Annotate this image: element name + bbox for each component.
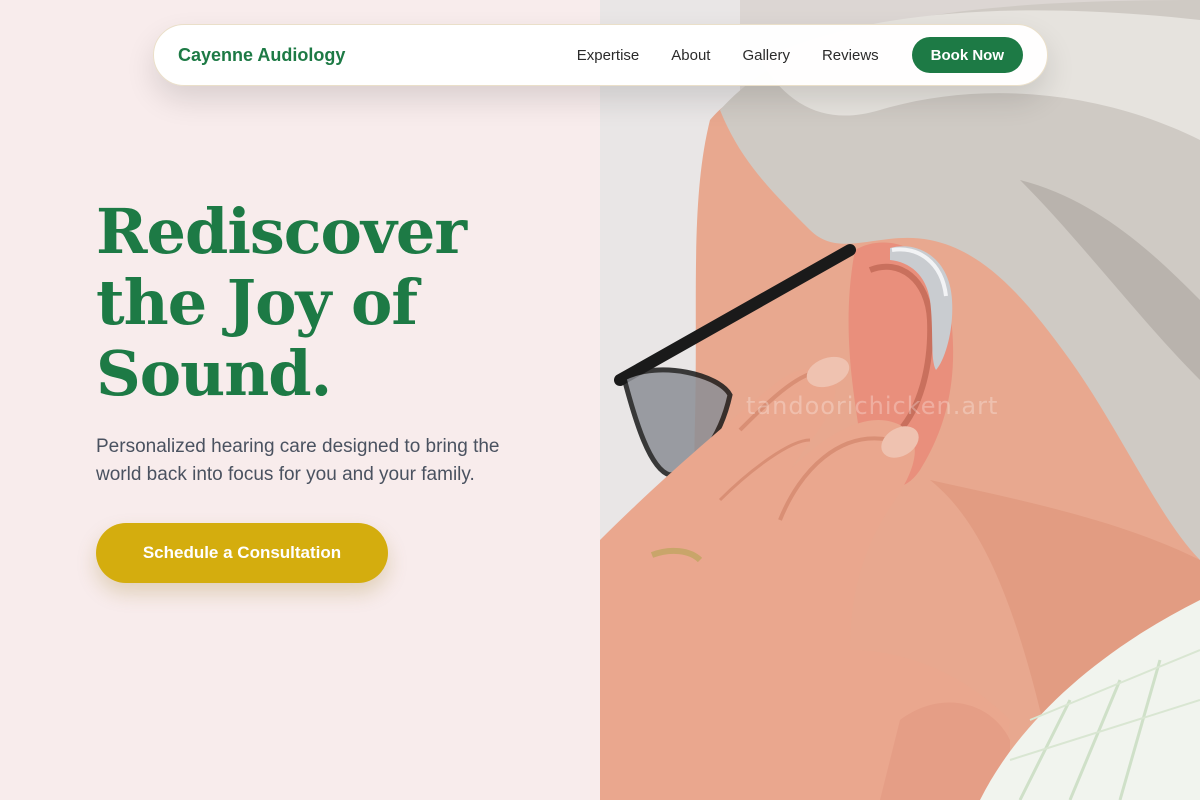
brand-logo-text[interactable]: Cayenne Audiology [178,45,345,66]
hero-subtext: Personalized hearing care designed to br… [96,436,500,485]
hero-section: Rediscover the Joy of Sound. Personalize… [96,196,566,583]
headline-line-3: Sound. [96,337,332,410]
nav-link-gallery[interactable]: Gallery [742,47,790,64]
hero-photo: tandoorichicken.art [600,0,1200,800]
hero-headline: Rediscover the Joy of Sound. [96,196,566,409]
headline-line-2: the Joy of [96,266,418,339]
nav-link-reviews[interactable]: Reviews [822,47,879,64]
nav-link-expertise[interactable]: Expertise [577,47,640,64]
nav-link-about[interactable]: About [671,47,710,64]
watermark-text: tandoorichicken.art [746,392,999,420]
book-now-button[interactable]: Book Now [911,37,1023,73]
top-navbar: Cayenne Audiology Expertise About Galler… [153,24,1048,86]
headline-line-1: Rediscover [96,195,467,268]
schedule-consultation-button[interactable]: Schedule a Consultation [96,523,388,583]
nav-links: Expertise About Gallery Reviews [577,47,879,64]
